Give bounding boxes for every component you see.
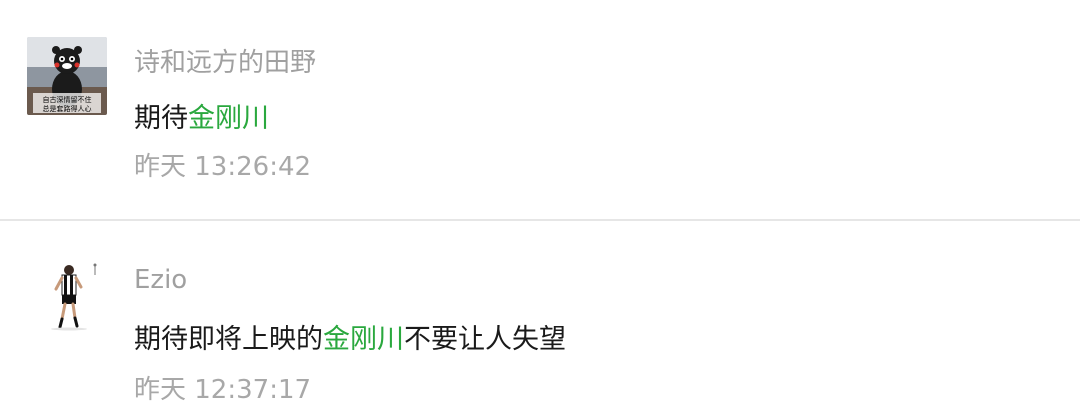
- avatar-caption-line2: 总是套路得人心: [43, 104, 92, 113]
- footballer-avatar-icon: [27, 259, 107, 337]
- comment-username[interactable]: Ezio: [134, 265, 187, 295]
- comment-username[interactable]: 诗和远方的田野: [134, 42, 316, 79]
- comment-timestamp: 昨天 12:37:17: [134, 375, 312, 405]
- movie-tag-link[interactable]: 金刚川: [323, 324, 404, 355]
- content-text-before: 期待即将上映的: [134, 324, 323, 355]
- content-text-before: 期待: [134, 103, 188, 134]
- content-text-after: 不要让人失望: [404, 324, 566, 355]
- comment-timestamp: 昨天 13:26:42: [134, 152, 312, 182]
- comment-item: Ezio 期待即将上映的金刚川不要让人失望 昨天 12:37:17: [0, 221, 1080, 412]
- avatar-caption-line1: 自古深情留不住: [43, 95, 92, 104]
- user-avatar[interactable]: 自古深情留不住 总是套路得人心: [27, 37, 107, 115]
- comment-content: 期待金刚川: [134, 96, 269, 135]
- movie-tag-link[interactable]: 金刚川: [188, 103, 269, 134]
- user-avatar[interactable]: [27, 259, 107, 337]
- comment-content: 期待即将上映的金刚川不要让人失望: [134, 317, 566, 356]
- kumamon-bear-avatar-icon: 自古深情留不住 总是套路得人心: [27, 37, 107, 115]
- comment-item: 自古深情留不住 总是套路得人心 诗和远方的田野 期待金刚川 昨天 13:26:4…: [0, 0, 1080, 220]
